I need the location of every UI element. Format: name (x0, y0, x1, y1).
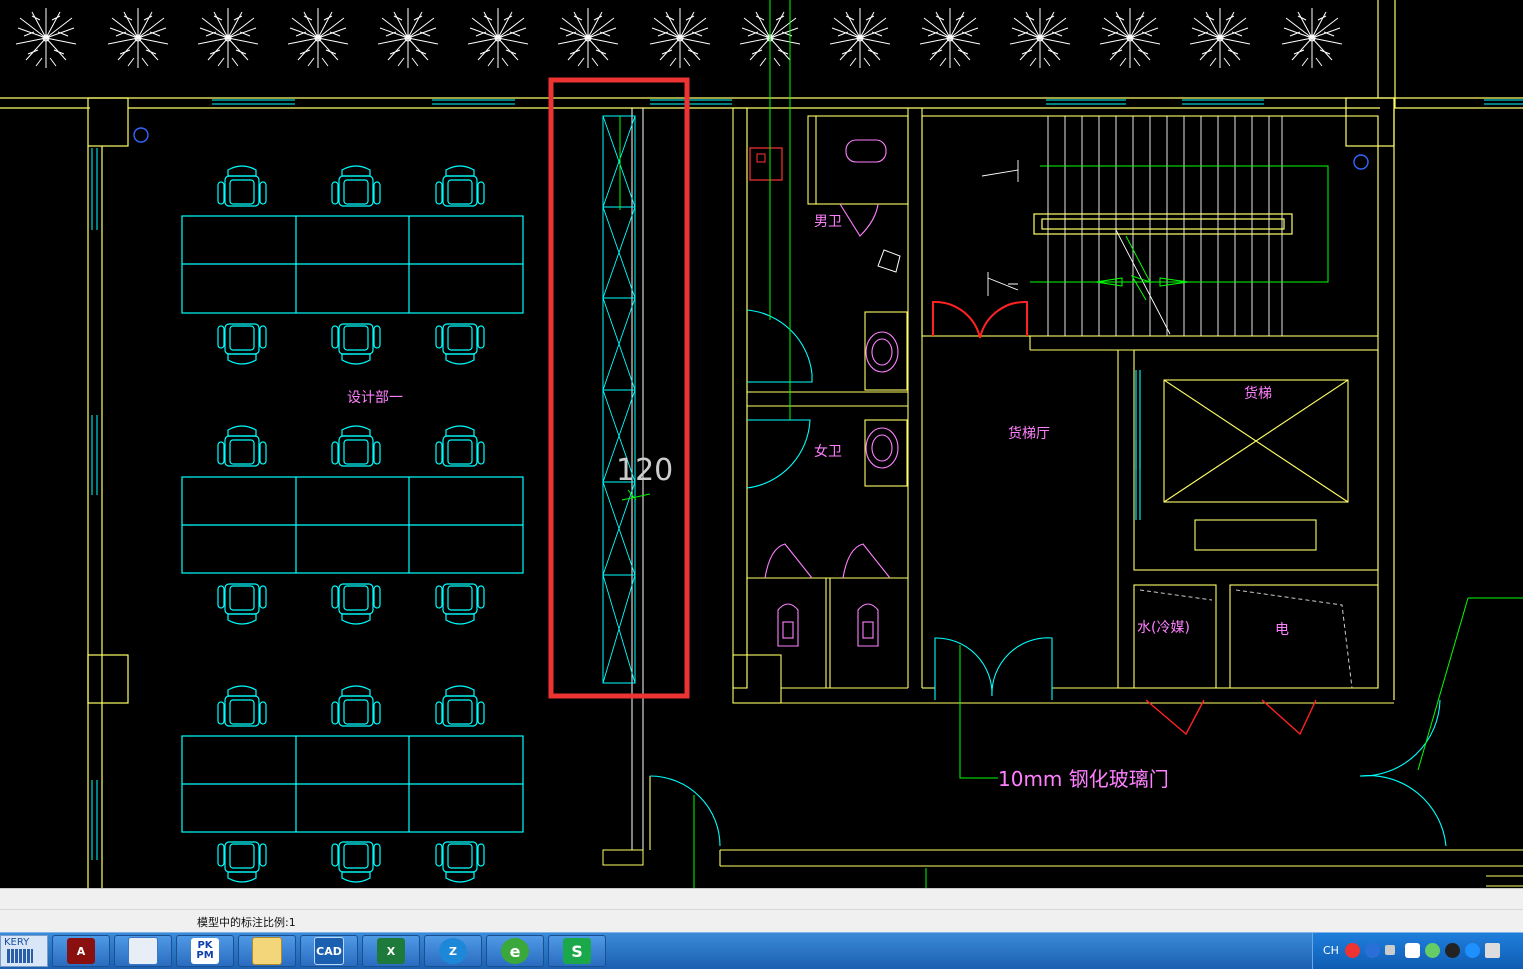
room-label-freight-elevator: 货梯 (1244, 385, 1272, 402)
status-text: 模型中的标注比例:1 (197, 916, 296, 929)
office-chairs (217, 165, 485, 882)
taskbar-btn-cad-viewer[interactable]: CAD (300, 935, 358, 967)
taskbar-btn-files[interactable] (238, 935, 296, 967)
stair-handrail (1033, 213, 1293, 235)
column-marker (1353, 154, 1369, 170)
tree-row (15, 7, 1343, 69)
exterior-walls (0, 0, 1523, 888)
autocad-icon: A (67, 938, 95, 964)
shaft-doors[interactable] (1145, 699, 1317, 736)
shaft-marker (749, 147, 783, 181)
wps-icon: S (563, 938, 591, 964)
system-tray: CH (1312, 933, 1523, 969)
room-label-water-shaft: 水(冷媒) (1137, 620, 1190, 636)
language-indicator[interactable]: CH (1323, 944, 1339, 957)
room-label-freight-hall: 货梯厅 (1008, 425, 1050, 442)
qq-icon[interactable] (1445, 943, 1460, 958)
room-label-electric-shaft: 电 (1275, 622, 1289, 638)
room-label-womens-toilet: 女卫 (814, 443, 842, 460)
keyboard-indicator[interactable]: KERY (0, 935, 48, 967)
desk-group-2[interactable] (181, 476, 524, 574)
room-label-mens-toilet: 男卫 (814, 214, 842, 230)
leader-line (959, 645, 998, 779)
toilet-doors[interactable] (746, 309, 813, 489)
volume-icon[interactable] (1485, 943, 1500, 958)
z-app-icon: Z (439, 938, 467, 964)
taskbar-btn-explorer[interactable] (114, 935, 172, 967)
freight-elevator-car (1163, 379, 1349, 551)
annotation-glass-door: 10mm 钢化玻璃门 (998, 767, 1169, 791)
browser-tray-icon[interactable] (1465, 943, 1480, 958)
taskbar-btn-excel[interactable]: X (362, 935, 420, 967)
taskbar-btn-autocad[interactable]: A (52, 935, 110, 967)
urinal-icon (877, 249, 901, 273)
help-icon[interactable] (1365, 943, 1380, 958)
corridor-door[interactable] (649, 775, 721, 847)
keyboard-icon (7, 949, 33, 963)
cloud-icon[interactable] (1405, 943, 1420, 958)
shield-icon[interactable] (1425, 943, 1440, 958)
highlight-box (548, 77, 690, 699)
cad-drawing-canvas[interactable]: 设计部一 120 男卫 女卫 货梯 货梯厅 水(冷媒) 电 10mm 钢化玻璃门 (0, 0, 1523, 888)
room-label-design-dept: 设计部一 (347, 390, 403, 406)
column-marker (133, 127, 149, 143)
files-icon (252, 937, 282, 965)
status-bar: 模型中的标注比例:1 (0, 888, 1523, 933)
taskbar-btn-app-z[interactable]: Z (424, 935, 482, 967)
freight-hall-doors[interactable] (932, 300, 1028, 339)
taskbar-btn-wps[interactable]: S (548, 935, 606, 967)
kery-label: KERY (4, 937, 30, 948)
stair-arrows (1030, 165, 1329, 301)
elevator-doors-glass (1135, 370, 1141, 520)
taskbar-btn-pkpm[interactable]: PK PM (176, 935, 234, 967)
browser-icon: e (501, 938, 529, 964)
toilet-block-walls (732, 107, 1394, 704)
shaft-hatches (1139, 589, 1353, 689)
excel-icon: X (377, 938, 405, 964)
desk-group-1[interactable] (181, 215, 524, 314)
folder-doc-icon (128, 937, 158, 965)
entrance-door[interactable] (1359, 699, 1447, 847)
corridor-walls (649, 776, 1523, 887)
network-icon[interactable] (1385, 945, 1395, 955)
dimension-120: 120 (616, 453, 673, 488)
cad-icon: CAD (314, 937, 344, 965)
pkpm-icon: PK PM (191, 938, 219, 964)
taskbar-btn-browser[interactable]: e (486, 935, 544, 967)
desk-group-3[interactable] (181, 735, 524, 833)
windows (91, 99, 1523, 860)
glass-door-hall[interactable] (934, 637, 1053, 700)
taskbar: KERY A PK PM CAD X Z e S CH (0, 932, 1523, 969)
sogou-icon[interactable] (1345, 943, 1360, 958)
